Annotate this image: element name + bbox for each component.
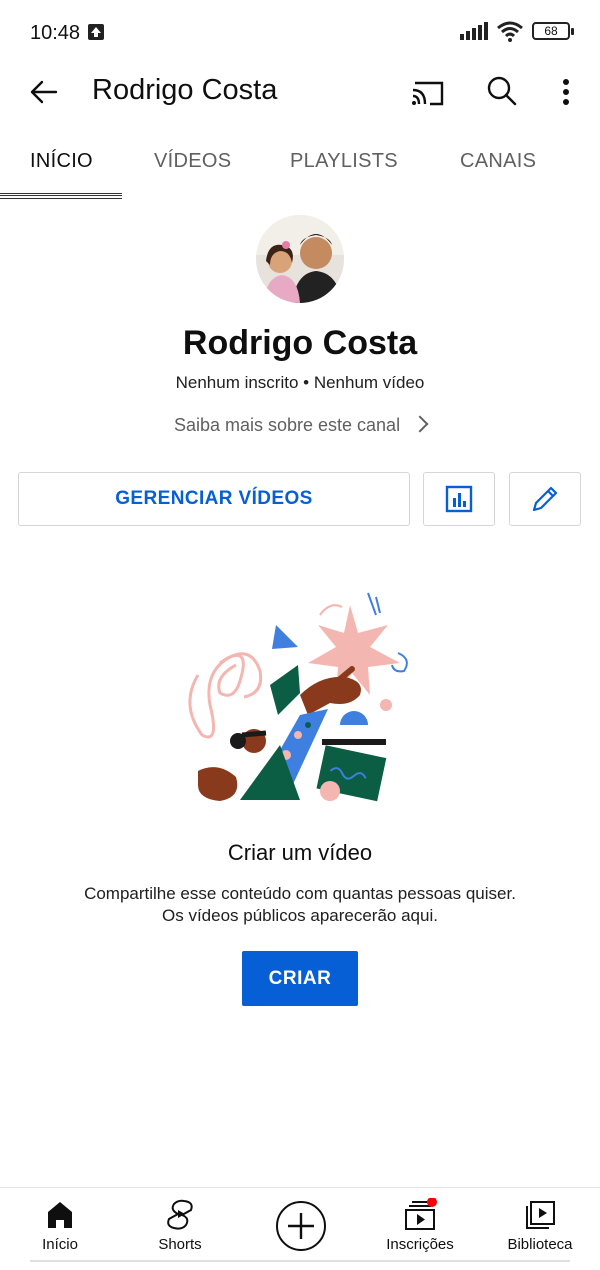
active-tab-indicator (0, 193, 122, 199)
empty-state-desc-line1: Compartilhe esse conteúdo com quantas pe… (84, 884, 516, 903)
tab-inicio[interactable]: INÍCIO (30, 150, 93, 173)
nav-item-biblioteca[interactable]: Biblioteca (480, 1188, 600, 1270)
channel-name: Rodrigo Costa (182, 324, 418, 362)
nav-item-shorts[interactable]: Shorts (120, 1188, 240, 1270)
manage-videos-button[interactable]: GERENCIAR VÍDEOS (18, 472, 410, 526)
wifi-icon (497, 21, 523, 42)
empty-state-title: Criar um vídeo (227, 840, 373, 865)
about-channel-link[interactable]: Saiba mais sobre este canal (0, 415, 600, 436)
status-bar: 10:48 68 (0, 0, 600, 64)
create-nav-button[interactable] (276, 1201, 326, 1251)
edit-channel-button[interactable] (509, 472, 581, 526)
create-video-illustration (180, 585, 420, 810)
signal-icon (460, 22, 488, 40)
analytics-button[interactable] (423, 472, 495, 526)
create-button[interactable]: CRIAR (242, 951, 358, 1006)
shorts-icon (167, 1199, 193, 1230)
nav-label-inscricoes: Inscrições (386, 1236, 454, 1253)
channel-avatar (256, 215, 344, 303)
tab-videos[interactable]: VÍDEOS (154, 150, 231, 173)
more-options-button[interactable] (546, 72, 586, 112)
pencil-icon (532, 486, 558, 512)
nav-label-shorts: Shorts (158, 1236, 202, 1253)
more-vertical-icon (563, 79, 569, 105)
search-icon (487, 76, 517, 106)
empty-state-description: Compartilhe esse conteúdo com quantas pe… (0, 883, 600, 927)
analytics-icon (445, 485, 473, 513)
app-header: Rodrigo Costa (0, 64, 600, 120)
library-icon (526, 1201, 555, 1229)
home-indicator (30, 1260, 570, 1262)
channel-tabs: INÍCIO VÍDEOS PLAYLISTS CANAIS (0, 140, 600, 192)
status-indicators: 68 (460, 20, 574, 42)
battery-icon: 68 (532, 22, 574, 40)
subscriptions-icon (405, 1198, 437, 1230)
chevron-right-icon (411, 415, 429, 433)
channel-stats: Nenhum inscrito • Nenhum vídeo (175, 373, 425, 392)
arrow-left-icon (30, 80, 58, 104)
status-time: 10:48 (30, 22, 81, 44)
about-link-label: Saiba mais sobre este canal (173, 415, 401, 435)
nav-item-inicio[interactable]: Início (0, 1188, 120, 1270)
back-button[interactable] (24, 72, 64, 112)
tab-canais[interactable]: CANAIS (460, 150, 536, 173)
cast-icon (412, 81, 444, 106)
cast-button[interactable] (408, 72, 448, 112)
upload-icon (88, 24, 104, 40)
tab-playlists[interactable]: PLAYLISTS (290, 150, 398, 173)
plus-icon (288, 1213, 314, 1239)
home-icon (48, 1202, 72, 1228)
search-button[interactable] (482, 72, 522, 112)
page-title: Rodrigo Costa (92, 74, 278, 106)
empty-state-desc-line2: Os vídeos públicos aparecerão aqui. (162, 906, 438, 925)
nav-label-inicio: Início (42, 1236, 78, 1253)
nav-item-inscricoes[interactable]: Inscrições (360, 1188, 480, 1270)
nav-label-biblioteca: Biblioteca (507, 1236, 573, 1253)
